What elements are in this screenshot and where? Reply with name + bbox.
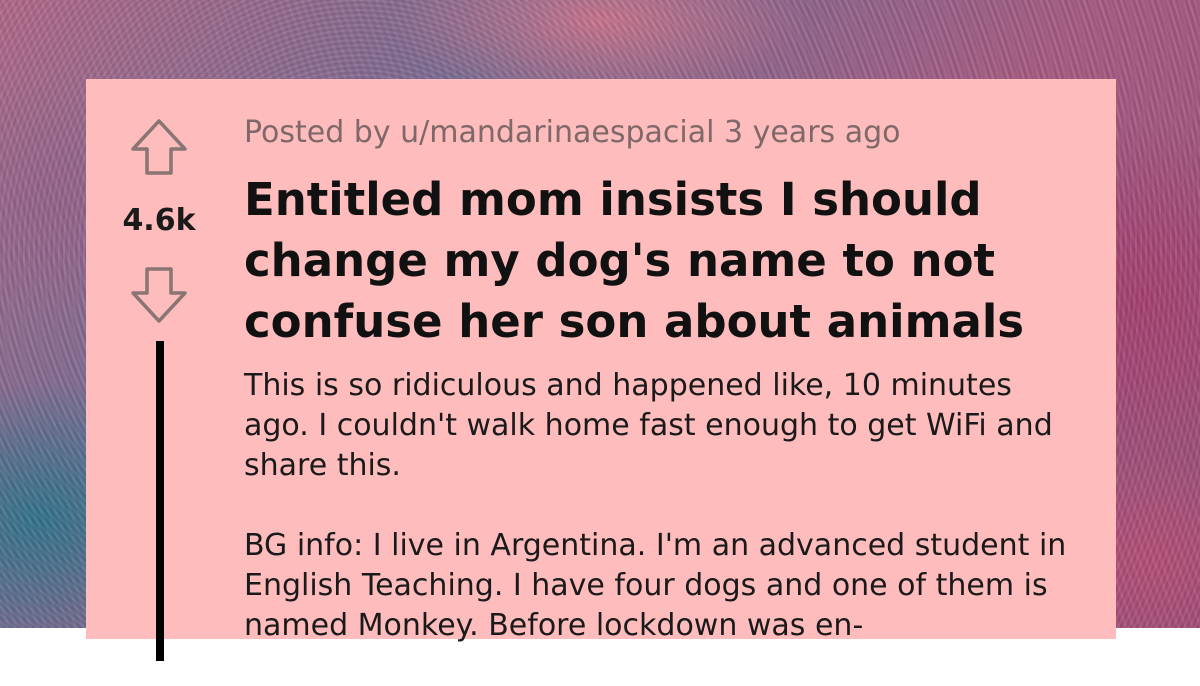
vote-column: 4.6k bbox=[86, 79, 234, 661]
downvote-arrow-icon bbox=[131, 267, 187, 323]
upvote-button[interactable] bbox=[129, 117, 189, 179]
post-title[interactable]: Entitled mom insists I should change my … bbox=[244, 169, 1084, 352]
vote-score: 4.6k bbox=[122, 203, 196, 238]
thread-line[interactable] bbox=[156, 341, 164, 661]
downvote-button[interactable] bbox=[129, 263, 189, 325]
upvote-arrow-icon bbox=[131, 119, 187, 175]
post-card: 4.6k Posted by u/mandarinaespacial 3 yea… bbox=[86, 79, 1116, 661]
post-paragraph: BG info: I live in Argentina. I'm an adv… bbox=[244, 528, 1067, 643]
post-body: This is so ridiculous and happened like,… bbox=[244, 366, 1084, 686]
post-paragraph: This is so ridiculous and happened like,… bbox=[244, 368, 1053, 483]
post-meta[interactable]: Posted by u/mandarinaespacial 3 years ag… bbox=[244, 115, 900, 150]
